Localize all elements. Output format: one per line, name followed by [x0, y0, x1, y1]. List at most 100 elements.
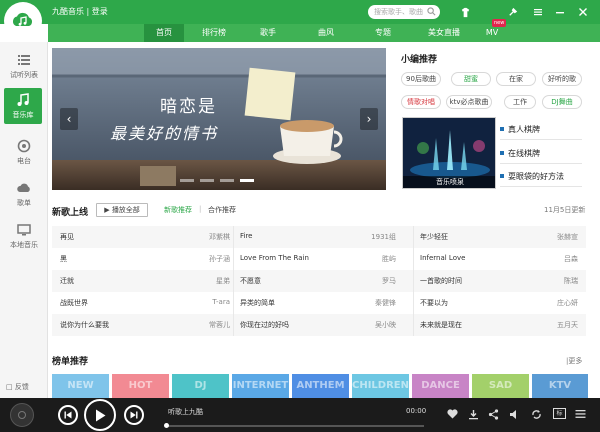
tab-live[interactable]: 美女直播	[418, 24, 470, 42]
tab-home[interactable]: 首页	[144, 24, 184, 42]
sidebar-item-playlist[interactable]: 试听列表	[0, 48, 48, 90]
feedback-link[interactable]: □ 反馈	[6, 382, 29, 392]
song-title[interactable]: 说你为什么要我	[60, 320, 109, 330]
list-icon	[18, 55, 30, 65]
next-icon	[130, 411, 138, 419]
pick-tag[interactable]: DJ舞曲	[542, 95, 582, 109]
tab-topics[interactable]: 专题	[363, 24, 403, 42]
pick-tag[interactable]: 情歌对唱	[401, 95, 441, 109]
menu-icon[interactable]	[531, 5, 545, 19]
sidebar-item-label: 本地音乐	[10, 241, 38, 249]
chart-tile-new[interactable]: NEW	[52, 374, 109, 398]
song-artist[interactable]: 胜屿	[336, 254, 396, 264]
playback-time: 00:00	[406, 407, 427, 415]
song-artist[interactable]: 罗马	[336, 276, 396, 286]
playlist-icon[interactable]	[574, 408, 586, 420]
banner-next-button[interactable]: ›	[360, 108, 378, 130]
sidebar-item-music-library[interactable]: 音乐库	[4, 88, 42, 124]
progress-bar[interactable]	[164, 423, 424, 428]
banner-dot-active[interactable]	[240, 179, 254, 182]
tab-new-songs[interactable]: 新歌推荐	[164, 205, 192, 215]
song-artist[interactable]: 庄心妍	[518, 298, 578, 308]
song-title[interactable]: 不愿意	[240, 276, 261, 286]
song-artist[interactable]: 吴小映	[336, 320, 396, 330]
search-icon[interactable]	[427, 7, 436, 16]
download-icon[interactable]	[467, 408, 479, 420]
sidebar-item-local-music[interactable]: 本地音乐	[0, 218, 48, 260]
pick-tag[interactable]: ktv必点歌曲	[446, 95, 492, 109]
album-art-thumbnail[interactable]	[10, 403, 34, 427]
pick-tag[interactable]: 好听的歌	[542, 72, 582, 86]
song-artist[interactable]: 常蓉儿	[170, 320, 230, 330]
song-title[interactable]: 一首歌的时间	[420, 276, 462, 286]
chart-tile-anthem[interactable]: ANTHEM	[292, 374, 349, 398]
tab-singers[interactable]: 歌手	[248, 24, 288, 42]
hero-banner[interactable]: 暗恋是 最美好的情书 ‹ ›	[52, 48, 386, 190]
song-artist[interactable]: 1931组	[336, 232, 396, 242]
chart-tile-hot[interactable]: HOT	[112, 374, 169, 398]
song-title[interactable]: 黑	[60, 254, 67, 264]
share-icon[interactable]	[487, 408, 499, 420]
minimize-icon[interactable]	[553, 5, 567, 19]
song-artist[interactable]: 陈瑞	[518, 276, 578, 286]
song-title[interactable]: 迁就	[60, 276, 74, 286]
close-icon[interactable]	[576, 5, 590, 19]
song-title[interactable]: 战既世界	[60, 298, 88, 308]
banner-dot[interactable]	[220, 179, 234, 182]
song-title[interactable]: 你现在过的好吗	[240, 320, 289, 330]
song-artist[interactable]: T-ara	[170, 298, 230, 306]
song-title[interactable]: 异类的简单	[240, 298, 275, 308]
heart-icon[interactable]	[446, 408, 458, 420]
song-artist[interactable]: 孙子涵	[170, 254, 230, 264]
settings-icon[interactable]	[505, 5, 519, 19]
quality-badge[interactable]: 标	[553, 408, 566, 419]
volume-icon[interactable]	[508, 408, 520, 420]
song-artist[interactable]: 秦健锋	[336, 298, 396, 308]
pick-tag[interactable]: 90后歌曲	[401, 72, 441, 86]
loop-icon[interactable]	[530, 408, 542, 420]
app-name-login-link[interactable]: 九酷音乐 | 登录	[52, 6, 108, 17]
chart-tile-internet[interactable]: INTERNET	[232, 374, 289, 398]
search-input[interactable]: 搜索歌手、歌曲	[368, 5, 440, 19]
pick-tag[interactable]: 在家	[496, 72, 536, 86]
banner-dot[interactable]	[180, 179, 194, 182]
progress-handle[interactable]	[164, 423, 169, 428]
song-title[interactable]: Love From The Rain	[240, 254, 309, 262]
sidebar-item-songlist[interactable]: 歌单	[0, 176, 48, 218]
previous-button[interactable]	[58, 405, 78, 425]
sidebar-item-radio[interactable]: 电台	[0, 134, 48, 176]
play-icon: ▶	[104, 206, 110, 214]
chart-tile-ktv[interactable]: KTV	[532, 374, 588, 398]
promo-link[interactable]: 耍眼袋的好方法	[500, 167, 582, 187]
tab-genres[interactable]: 曲风	[306, 24, 346, 42]
chart-tile-sad[interactable]: SAD	[472, 374, 529, 398]
promo-link[interactable]: 真人棋牌	[500, 120, 582, 140]
song-title[interactable]: Infernal Love	[420, 254, 465, 262]
song-title[interactable]: 再见	[60, 232, 74, 242]
pick-tag[interactable]: 甜蜜	[451, 72, 491, 86]
song-title[interactable]: 不要以为	[420, 298, 448, 308]
chart-tile-dance[interactable]: DANCE	[412, 374, 469, 398]
skin-icon[interactable]	[458, 5, 472, 19]
play-button[interactable]	[84, 399, 116, 431]
song-artist[interactable]: 五月天	[518, 320, 578, 330]
promo-link[interactable]: 在线棋牌	[500, 144, 582, 164]
song-artist[interactable]: 张赫宣	[518, 232, 578, 242]
more-charts-link[interactable]: |更多	[566, 356, 582, 366]
banner-prev-button[interactable]: ‹	[60, 108, 78, 130]
song-artist[interactable]: 吕森	[518, 254, 578, 264]
tab-charts[interactable]: 排行榜	[194, 24, 234, 42]
song-title[interactable]: 未来就是现在	[420, 320, 462, 330]
next-button[interactable]	[124, 405, 144, 425]
chart-tile-children[interactable]: CHILDREN	[352, 374, 409, 398]
song-artist[interactable]: 邓紫棋	[170, 232, 230, 242]
play-all-button[interactable]: ▶ 播放全部	[96, 203, 148, 217]
banner-dot[interactable]	[200, 179, 214, 182]
promo-image[interactable]: 音乐喷泉	[402, 117, 496, 189]
chart-tile-dj[interactable]: DJ	[172, 374, 229, 398]
song-artist[interactable]: 星弟	[170, 276, 230, 286]
song-title[interactable]: 年少轻狂	[420, 232, 448, 242]
pick-tag[interactable]: 工作	[504, 95, 536, 109]
tab-partner-picks[interactable]: 合作推荐	[208, 205, 236, 215]
song-title[interactable]: Fire	[240, 232, 253, 240]
